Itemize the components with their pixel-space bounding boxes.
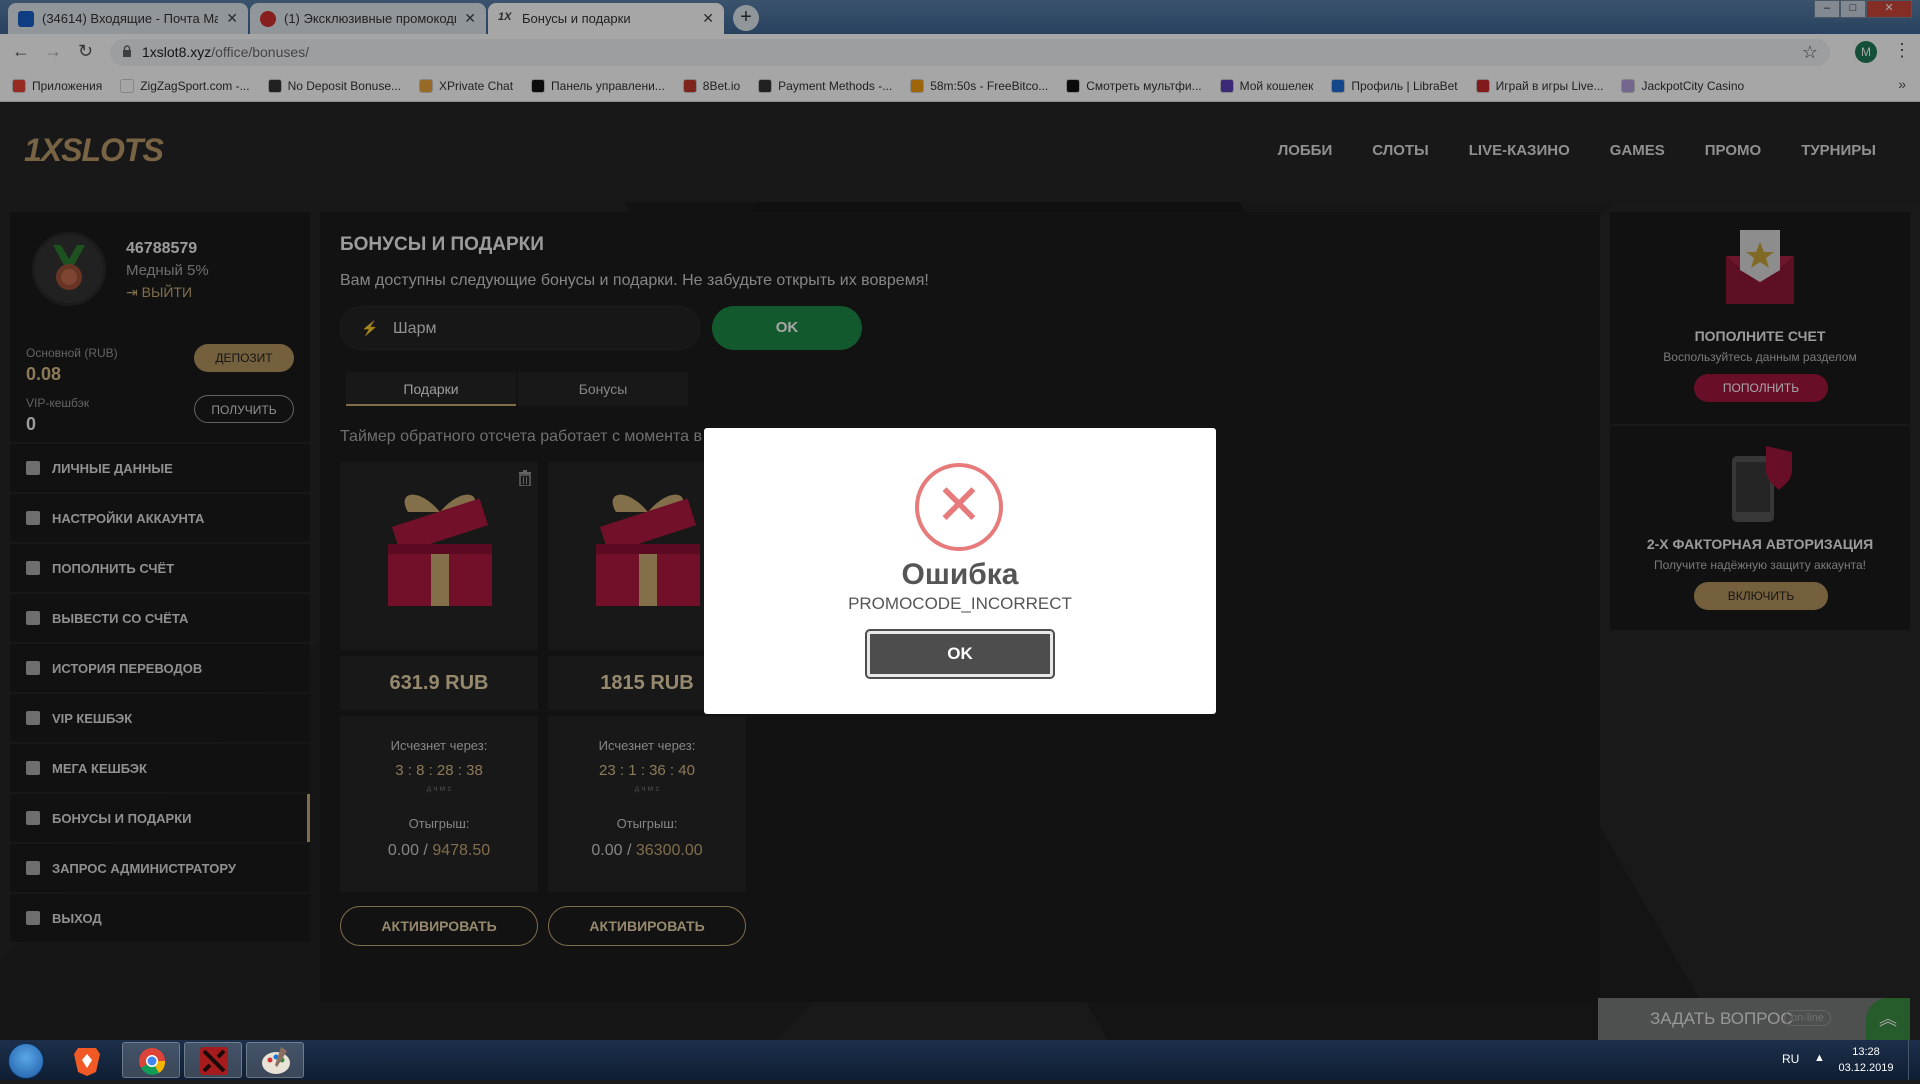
- chrome-icon[interactable]: [122, 1042, 180, 1078]
- paint-icon[interactable]: [246, 1042, 304, 1078]
- dialog-title: Ошибка: [901, 558, 1019, 591]
- clock-date: 03.12.2019: [1838, 1062, 1894, 1074]
- dialog-message: PROMOCODE_INCORRECT: [848, 594, 1072, 613]
- language-indicator[interactable]: RU: [1782, 1052, 1799, 1066]
- system-clock[interactable]: 13:28 03.12.2019: [1838, 1044, 1894, 1076]
- windows-start-button[interactable]: [8, 1043, 44, 1079]
- brave-browser-icon[interactable]: [58, 1042, 116, 1078]
- tray-chevron-icon[interactable]: ▲: [1814, 1052, 1825, 1064]
- error-dialog: ✕ Ошибка PROMOCODE_INCORRECT OK: [704, 428, 1216, 714]
- clock-time: 13:28: [1852, 1046, 1880, 1058]
- windows-taskbar: RU ▲ 13:28 03.12.2019: [0, 1040, 1920, 1080]
- show-desktop-button[interactable]: [1908, 1040, 1920, 1080]
- dialog-ok-button[interactable]: OK: [865, 629, 1055, 679]
- error-icon: ✕: [915, 463, 1003, 551]
- dota-icon[interactable]: [184, 1042, 242, 1078]
